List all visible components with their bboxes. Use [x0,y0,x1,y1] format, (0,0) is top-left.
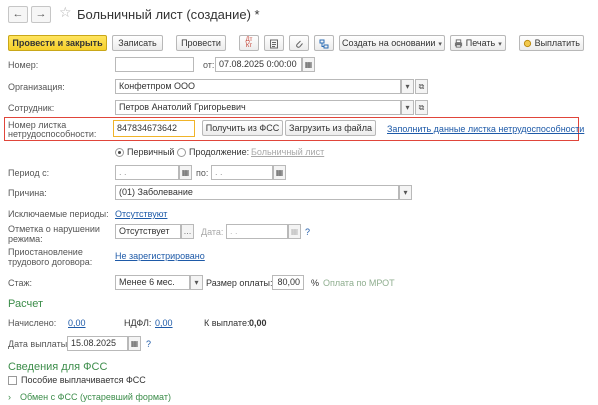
help-icon[interactable]: ? [305,227,310,237]
report-button[interactable] [264,35,284,51]
ndfl-value[interactable]: 0,00 [155,318,173,328]
fss-benefit-label: Пособие выплачивается ФСС [21,375,146,385]
pay-date-label: Дата выплаты: [8,339,70,349]
caret-down-icon: ▾ [438,41,442,48]
pay-button[interactable]: Выплатить [519,35,584,51]
period-to-label: по: [196,168,209,178]
create-based-on-label: Создать на основании [342,38,436,48]
number-input[interactable] [115,57,194,72]
star-icon[interactable]: ☆ [59,4,72,21]
accrued-label: Начислено: [8,318,57,328]
printer-icon [455,39,463,48]
help-icon[interactable]: ? [146,339,151,349]
load-from-file-button[interactable]: Загрузить из файла [285,120,376,136]
reason-input[interactable]: (01) Заболевание [115,185,399,200]
experience-input[interactable]: Менее 6 мес. [115,275,190,290]
percent-label: % [311,278,320,288]
sick-leave-number-label: Номер листка нетрудоспособности: [8,120,97,139]
calendar-icon[interactable]: ▦ [302,57,315,72]
paperclip-icon [296,40,303,48]
sick-leave-link[interactable]: Больничный лист [251,147,324,157]
post-button[interactable]: Провести [176,35,226,51]
sick-leave-number-input[interactable]: 847834673642 [113,120,195,137]
reason-label: Причина: [8,188,47,198]
violation-input[interactable]: Отсутствует [115,224,181,239]
violation-date-label: Дата: [201,227,224,237]
period-from-label: Период с: [8,168,50,178]
mrot-note: Оплата по МРОТ [323,278,395,288]
calendar-icon[interactable]: ▦ [273,165,286,180]
calendar-icon[interactable]: ▦ [128,336,141,351]
page-title: Больничный лист (создание) * [77,7,260,22]
caret-down-icon: ▾ [498,41,502,48]
excluded-periods-link[interactable]: Отсутствуют [115,209,167,219]
experience-label: Стаж: [8,278,33,288]
coins-icon [523,40,532,48]
fss-benefit-checkbox[interactable] [8,376,17,385]
print-dropdown[interactable]: Печать ▾ [450,35,506,51]
back-button[interactable]: ← [8,6,28,23]
arrow-right-icon: → [35,8,47,20]
create-based-on-dropdown[interactable]: Создать на основании ▾ [339,35,445,51]
employee-label: Сотрудник: [8,103,55,113]
to-pay-value: 0,00 [249,318,267,328]
structure-icon [319,39,329,49]
date-label: от: [203,60,215,70]
suspension-link[interactable]: Не зарегистрировано [115,251,205,261]
expand-chevron-icon[interactable]: › [8,392,11,402]
pay-label: Выплатить [534,38,580,48]
date-input[interactable]: 07.08.2025 0:00:00 [215,57,302,72]
ndfl-label: НДФЛ: [124,318,152,328]
arrow-left-icon: ← [12,8,24,20]
pay-size-label: Размер оплаты: [206,278,273,288]
dropdown-icon[interactable]: ▾ [401,79,414,94]
post-and-close-button[interactable]: Провести и закрыть [8,35,107,51]
calendar-icon[interactable]: ▦ [179,165,192,180]
period-to-input[interactable]: . . [211,165,273,180]
organization-input[interactable]: Конфетпром ООО [115,79,401,94]
dropdown-icon[interactable]: ▾ [401,100,414,115]
pay-size-input[interactable]: 80,00 [272,275,304,290]
continuation-label: Продолжение: [189,147,250,157]
violation-label: Отметка о нарушении режима: [8,224,100,244]
number-label: Номер: [8,60,39,70]
open-link-icon[interactable]: ⧉ [415,79,428,94]
pay-date-input[interactable]: 15.08.2025 [67,336,128,351]
dropdown-icon[interactable]: ▾ [190,275,203,290]
forward-button[interactable]: → [31,6,51,23]
get-from-fss-button[interactable]: Получить из ФСС [202,120,283,136]
attach-button[interactable] [289,35,309,51]
fill-sick-leave-data-link[interactable]: Заполнить данные листка нетрудоспособнос… [387,124,584,134]
save-button[interactable]: Записать [112,35,163,51]
excluded-periods-label: Исключаемые периоды: [8,209,109,219]
accrued-value[interactable]: 0,00 [68,318,86,328]
to-pay-label: К выплате: [204,318,250,328]
select-more-icon[interactable]: … [181,224,194,239]
primary-radio[interactable] [115,148,124,157]
fss-section-title: Сведения для ФСС [8,361,108,373]
journal-dt-kt-icon[interactable]: Дт Кт [239,35,259,51]
calc-section-title: Расчет [8,298,43,310]
suspension-label: Приостановление трудового договора: [8,247,93,267]
organization-label: Организация: [8,82,65,92]
report-icon [270,39,278,49]
primary-label: Первичный [127,147,175,157]
print-label: Печать [465,38,496,48]
period-from-input[interactable]: . . [115,165,179,180]
open-link-icon[interactable]: ⧉ [415,100,428,115]
fss-exchange-group[interactable]: Обмен с ФСС (устаревший формат) [20,392,171,402]
dropdown-icon[interactable]: ▾ [399,185,412,200]
structure-button[interactable] [314,35,334,51]
employee-input[interactable]: Петров Анатолий Григорьевич [115,100,401,115]
violation-date-input[interactable]: . . [226,224,288,239]
continuation-radio[interactable] [177,148,186,157]
calendar-icon[interactable]: ▦ [288,224,301,239]
